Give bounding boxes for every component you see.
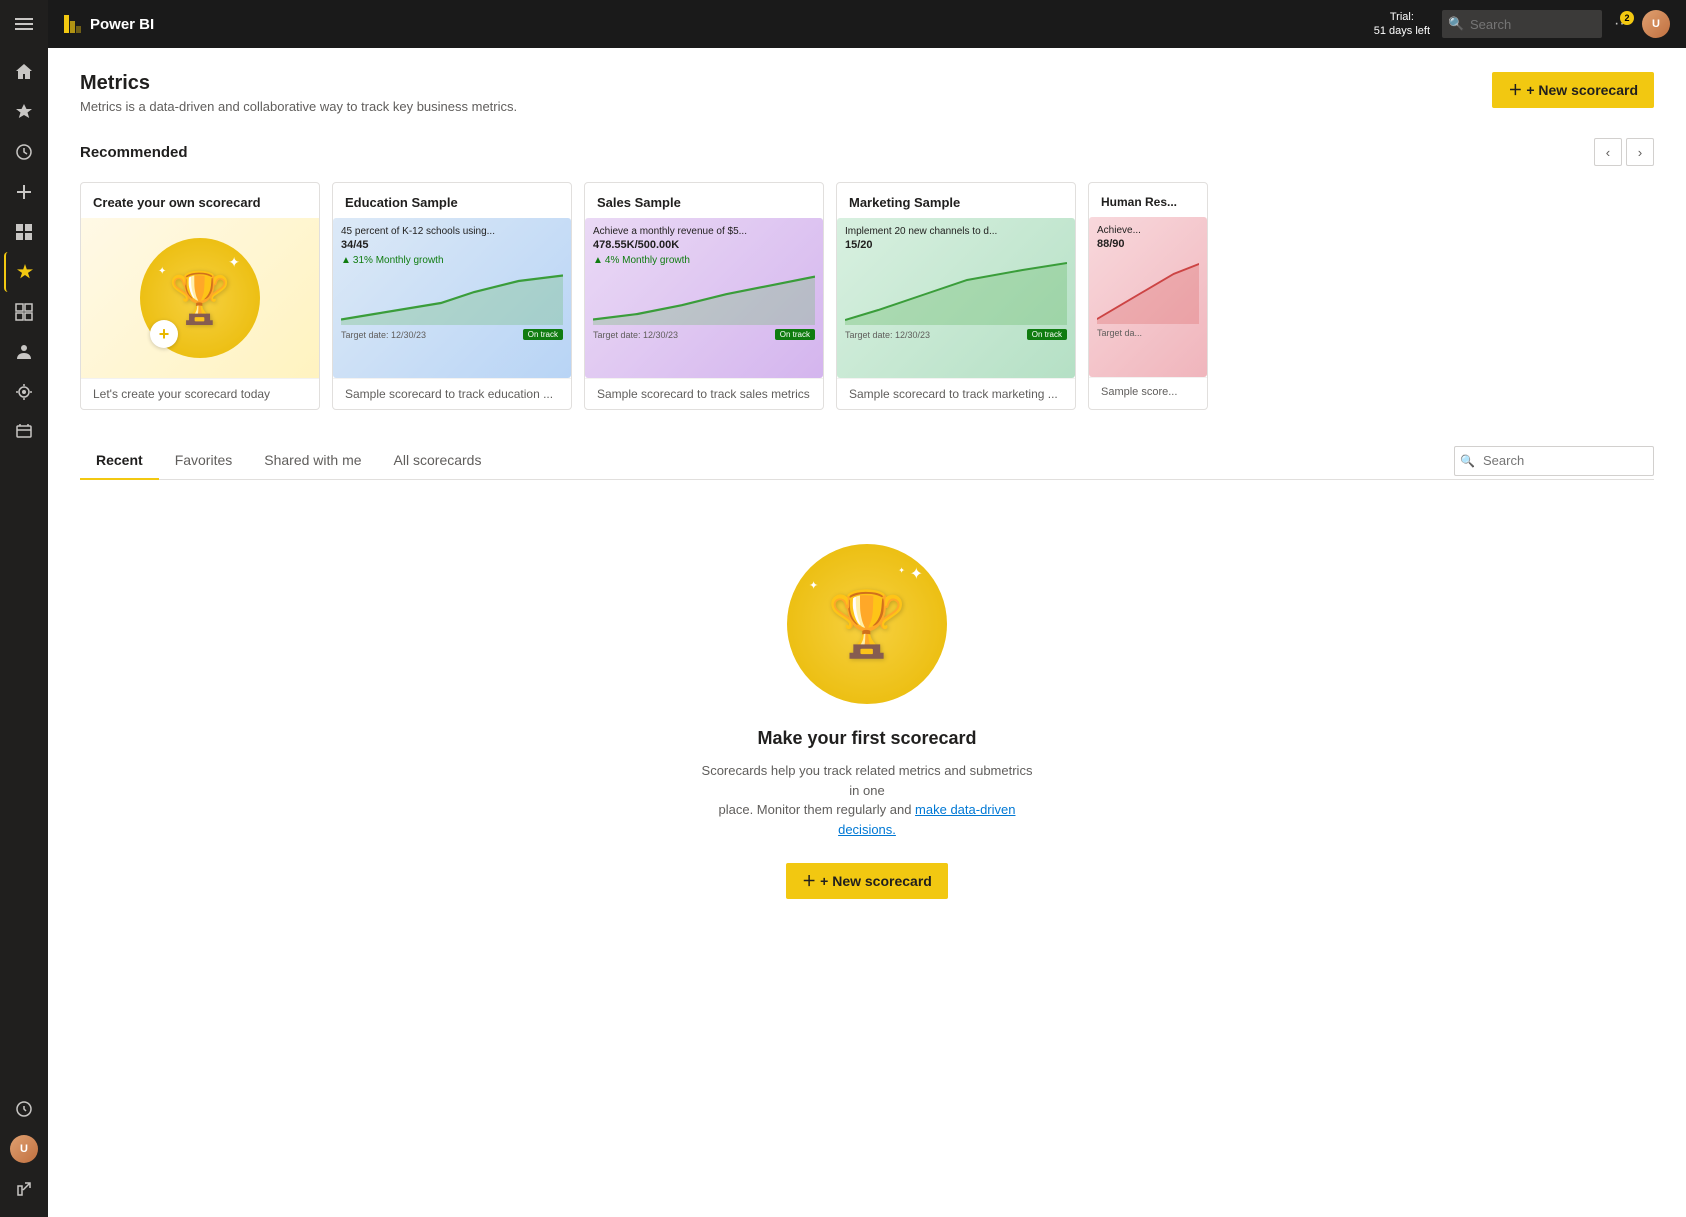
recommended-cards: Create your own scorecard + 🏆 ✦ ✦ Let's … <box>80 182 1654 410</box>
page-title: Metrics <box>80 72 517 95</box>
card-sales-image: Achieve a monthly revenue of $5... 478.5… <box>585 218 823 378</box>
sidebar: U <box>0 0 48 1217</box>
card-create-image: + 🏆 ✦ ✦ <box>81 218 319 378</box>
mkt-chart <box>845 255 1067 325</box>
search-input[interactable] <box>1442 10 1602 38</box>
app-name: Power BI <box>90 16 154 33</box>
sidebar-icon-menu[interactable] <box>4 4 44 44</box>
empty-description: Scorecards help you track related metric… <box>697 761 1037 839</box>
card-hr-footer: Sample score... <box>1089 377 1207 406</box>
card-education[interactable]: Education Sample 45 percent of K-12 scho… <box>332 182 572 410</box>
card-marketing-image: Implement 20 new channels to d... 15/20 <box>837 218 1075 378</box>
sidebar-avatar[interactable]: U <box>4 1129 44 1169</box>
sidebar-icon-dashboard[interactable] <box>4 292 44 332</box>
sidebar-icon-external[interactable] <box>4 1169 44 1209</box>
trophy-icon-create: 🏆 <box>169 269 231 328</box>
hr-metric-value: 88/90 <box>1097 238 1199 250</box>
card-hr-image: Achieve... 88/90 Target da... <box>1089 217 1207 377</box>
tab-shared[interactable]: Shared with me <box>248 442 377 480</box>
page-subtitle: Metrics is a data-driven and collaborati… <box>80 99 517 114</box>
sidebar-icon-apps[interactable] <box>4 212 44 252</box>
card-marketing-title: Marketing Sample <box>837 183 1075 218</box>
edu-metric-value: 34/45 <box>341 239 563 251</box>
notification-badge: 2 <box>1620 11 1634 25</box>
new-scorecard-icon-empty: ＋ <box>802 871 816 891</box>
sidebar-icon-people[interactable] <box>4 332 44 372</box>
trial-info: Trial: 51 days left <box>1374 10 1430 39</box>
nav-arrows: ‹ › <box>1594 138 1654 166</box>
hr-metric-title: Achieve... <box>1097 225 1199 236</box>
card-create-title: Create your own scorecard <box>81 183 319 218</box>
edu-footer: Target date: 12/30/23 On track <box>341 329 563 340</box>
tabs-section: Recent Favorites Shared with me All scor… <box>80 442 1654 480</box>
nav-prev-button[interactable]: ‹ <box>1594 138 1622 166</box>
edu-metric-title: 45 percent of K-12 schools using... <box>341 226 563 237</box>
tab-recent[interactable]: Recent <box>80 442 159 480</box>
new-scorecard-button-top[interactable]: ＋ + New scorecard <box>1492 72 1654 108</box>
sidebar-icon-explore[interactable] <box>4 1089 44 1129</box>
card-education-image: 45 percent of K-12 schools using... 34/4… <box>333 218 571 378</box>
hr-chart <box>1097 254 1199 324</box>
app-logo: Power BI <box>64 15 154 33</box>
notification-button[interactable]: ··· 2 <box>1614 15 1630 33</box>
hr-footer: Target da... <box>1097 328 1199 338</box>
card-sales[interactable]: Sales Sample Achieve a monthly revenue o… <box>584 182 824 410</box>
new-scorecard-button-empty[interactable]: ＋ + New scorecard <box>786 863 948 899</box>
sales-footer: Target date: 12/30/23 On track <box>593 329 815 340</box>
edu-growth: ▲31% Monthly growth <box>341 255 563 266</box>
main-content: Metrics Metrics is a data-driven and col… <box>48 48 1686 1217</box>
sparkle-1: ✦ <box>228 254 240 271</box>
card-education-footer: Sample scorecard to track education ... <box>333 378 571 409</box>
empty-desc-line2: place. Monitor them regularly and <box>719 802 916 817</box>
sparkle-2: ✦ <box>158 266 166 277</box>
edu-chart <box>341 270 563 325</box>
empty-trophy-wrap: 🏆 ✦ ✦ ✦ <box>787 544 947 704</box>
tab-favorites[interactable]: Favorites <box>159 442 249 480</box>
sparkle-empty-3: ✦ <box>898 566 905 575</box>
card-create[interactable]: Create your own scorecard + 🏆 ✦ ✦ Let's … <box>80 182 320 410</box>
sales-chart <box>593 270 815 325</box>
card-hr-title: Human Res... <box>1089 183 1207 217</box>
sales-metric-title: Achieve a monthly revenue of $5... <box>593 226 815 237</box>
sidebar-icon-home[interactable] <box>4 52 44 92</box>
sidebar-icon-learn[interactable] <box>4 412 44 452</box>
card-sales-footer: Sample scorecard to track sales metrics <box>585 378 823 409</box>
sidebar-icon-recent[interactable] <box>4 132 44 172</box>
mkt-footer: Target date: 12/30/23 On track <box>845 329 1067 340</box>
sidebar-icon-goals[interactable] <box>4 372 44 412</box>
nav-next-button[interactable]: › <box>1626 138 1654 166</box>
recommended-title: Recommended <box>80 144 188 161</box>
topbar: Power BI Trial: 51 days left 🔍 ··· 2 U <box>48 0 1686 48</box>
card-marketing[interactable]: Marketing Sample Implement 20 new channe… <box>836 182 1076 410</box>
sparkle-empty-2: ✦ <box>809 579 818 592</box>
trophy-circle-empty: 🏆 ✦ ✦ ✦ <box>787 544 947 704</box>
tab-all[interactable]: All scorecards <box>378 442 498 480</box>
card-create-footer: Let's create your scorecard today <box>81 378 319 409</box>
user-avatar[interactable]: U <box>1642 10 1670 38</box>
card-education-title: Education Sample <box>333 183 571 218</box>
search-wrap: 🔍 <box>1442 10 1602 38</box>
trophy-circle-create: + 🏆 ✦ ✦ <box>140 238 260 358</box>
trophy-icon-empty: 🏆 <box>827 587 907 662</box>
sales-growth: ▲4% Monthly growth <box>593 255 815 266</box>
card-human-resources[interactable]: Human Res... Achieve... 88/90 <box>1088 182 1208 410</box>
page-header: Metrics Metrics is a data-driven and col… <box>80 72 1654 114</box>
card-marketing-footer: Sample scorecard to track marketing ... <box>837 378 1075 409</box>
sales-metric-value: 478.55K/500.00K <box>593 239 815 251</box>
tabs-list: Recent Favorites Shared with me All scor… <box>80 442 497 479</box>
recommended-section: Recommended ‹ › Create your own scorecar… <box>80 138 1654 410</box>
mkt-metric-title: Implement 20 new channels to d... <box>845 226 1067 237</box>
new-scorecard-icon-top: ＋ <box>1508 80 1522 100</box>
sidebar-icon-metrics[interactable] <box>4 252 44 292</box>
sparkle-empty-1: ✦ <box>910 564 923 584</box>
tab-search-wrap: 🔍 <box>1454 446 1654 476</box>
empty-state: 🏆 ✦ ✦ ✦ Make your first scorecard Scorec… <box>80 504 1654 939</box>
mkt-metric-value: 15/20 <box>845 239 1067 251</box>
sidebar-icon-create[interactable] <box>4 172 44 212</box>
tab-search-input[interactable] <box>1454 446 1654 476</box>
empty-title: Make your first scorecard <box>757 728 976 749</box>
sidebar-icon-favorites[interactable] <box>4 92 44 132</box>
card-sales-title: Sales Sample <box>585 183 823 218</box>
